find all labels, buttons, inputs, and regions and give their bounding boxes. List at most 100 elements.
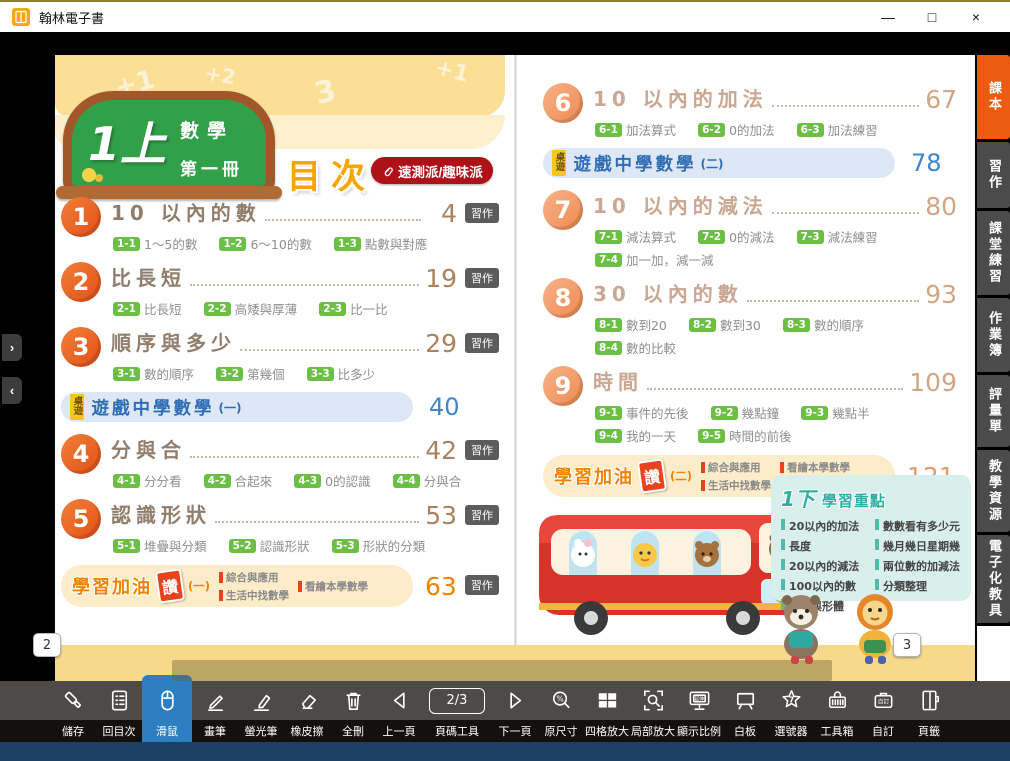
bonus-row: 學習加油 讚 (一) 綜合與應用 生活中找數學 看繪本學數學 63 習作	[61, 565, 499, 607]
chapter-title[interactable]: 10 以內的加法	[593, 83, 768, 112]
workbook-badge[interactable]: 習作	[465, 268, 499, 288]
trash-icon	[340, 681, 367, 720]
chapter-title[interactable]: 認識形狀	[111, 499, 211, 528]
section-code-badge: 4-3	[294, 474, 321, 488]
section-link[interactable]: 2-2高矮與厚薄	[204, 299, 298, 318]
section-link[interactable]: 8-3數的順序	[783, 315, 864, 334]
section-link[interactable]: 1-3點數與對應	[334, 234, 428, 253]
section-link[interactable]: 6-20的加法	[698, 120, 774, 139]
maximize-button[interactable]: □	[910, 3, 954, 31]
study-boost-banner[interactable]: 學習加油 讚 (一) 綜合與應用 生活中找數學 看繪本學數學	[61, 565, 413, 607]
book-spread: +1 +2 3 +1 1上 數學 第一冊 目次	[55, 55, 975, 681]
sidebar-tab-class-practice[interactable]: 課堂練習	[977, 211, 1010, 295]
mouse-tool-button[interactable]: 滑鼠	[142, 675, 192, 742]
whiteboard-button[interactable]: 白板	[722, 681, 768, 742]
section-link[interactable]: 8-2數到30	[689, 315, 761, 334]
sidebar-tab-homework[interactable]: 作業簿	[977, 298, 1010, 372]
chapter-title[interactable]: 順序與多少	[111, 327, 236, 356]
sidebar-tab-teaching-resources[interactable]: 教學資源	[977, 450, 1010, 532]
custom-button[interactable]: 自訂 自訂	[860, 681, 906, 742]
section-link[interactable]: 8-4數的比較	[595, 338, 676, 357]
toolbox-button[interactable]: 工具箱	[814, 681, 860, 742]
horizontal-scrollbar[interactable]	[172, 660, 832, 681]
chapter-title[interactable]: 10 以內的減法	[593, 190, 768, 219]
section-link[interactable]: 3-3比多少	[307, 364, 376, 383]
section-link[interactable]: 2-3比一比	[319, 299, 388, 318]
next-page-button[interactable]: 下一頁	[492, 681, 538, 742]
page-indicator[interactable]: 2/3	[429, 688, 485, 714]
section-link[interactable]: 7-20的減法	[698, 227, 774, 246]
delete-all-button[interactable]: 全刪	[330, 681, 376, 742]
page-tabs-button[interactable]: 頁籤	[906, 681, 952, 742]
section-link[interactable]: 7-1減法算式	[595, 227, 676, 246]
page-corner-tab-right[interactable]: 3	[893, 633, 921, 657]
app-icon	[12, 8, 30, 26]
section-link[interactable]: 6-1加法算式	[595, 120, 676, 139]
sidebar-tab-workbook[interactable]: 習作	[977, 142, 1010, 208]
workbook-badge[interactable]: 習作	[465, 440, 499, 460]
display-scale-button[interactable]: 延伸 顯示比例	[676, 681, 722, 742]
section-link[interactable]: 3-2第幾個	[216, 364, 285, 383]
sidebar-tab-textbook[interactable]: 課本	[977, 55, 1010, 139]
section-link[interactable]: 7-4加一加，減一減	[595, 250, 714, 269]
chapter-title[interactable]: 比長短	[111, 262, 186, 291]
section-link[interactable]: 4-30的認識	[294, 471, 370, 490]
boardgame-banner[interactable]: 桌遊 遊戲中學數學 (二)	[543, 148, 895, 178]
expand-panel-button[interactable]: ›	[2, 334, 22, 361]
link-icon	[381, 164, 394, 177]
section-link[interactable]: 7-3減法練習	[797, 227, 878, 246]
chapter-row-9: 9 時間 109 9-1事件的先後 9-2幾點鐘	[543, 366, 957, 445]
section-link[interactable]: 1-11～5的數	[113, 234, 197, 253]
chapter-title[interactable]: 10 以內的數	[111, 197, 261, 226]
sidebar-tab-digital-tools[interactable]: 電子化教具	[977, 535, 1010, 623]
minimize-button[interactable]: —	[866, 3, 910, 31]
toc-icon	[106, 681, 133, 720]
back-to-toc-button[interactable]: 回目次	[96, 681, 142, 742]
number-picker-button[interactable]: 7 選號器	[768, 681, 814, 742]
eraser-tool-button[interactable]: 橡皮擦	[284, 681, 330, 742]
workbook-badge[interactable]: 習作	[465, 575, 499, 595]
sidebar-tab-assessment[interactable]: 評量單	[977, 375, 1010, 447]
section-link[interactable]: 5-1堆疊與分類	[113, 536, 207, 555]
section-link[interactable]: 6-3加法練習	[797, 120, 878, 139]
chapter-number: 6	[543, 83, 583, 123]
page-number-tool[interactable]: 2/3 頁碼工具	[422, 681, 492, 742]
teal-bullet	[781, 519, 785, 530]
section-link[interactable]: 4-4分與合	[393, 471, 462, 490]
pen-tool-button[interactable]: 畫筆	[192, 681, 238, 742]
section-link[interactable]: 3-1數的順序	[113, 364, 194, 383]
boardgame-banner[interactable]: 桌遊 遊戲中學數學 (一)	[61, 392, 413, 422]
area-zoom-button[interactable]: 局部放大	[630, 681, 676, 742]
section-link[interactable]: 4-1分分看	[113, 471, 182, 490]
section-link[interactable]: 9-3幾點半	[801, 403, 870, 422]
chapter-title[interactable]: 30 以內的數	[593, 278, 743, 307]
section-link[interactable]: 2-1比長短	[113, 299, 182, 318]
boardgame-volume: (一)	[219, 399, 242, 416]
section-link[interactable]: 5-2認識形狀	[229, 536, 310, 555]
section-link[interactable]: 9-4我的一天	[595, 426, 676, 445]
original-size-button[interactable]: % 原尺寸	[538, 681, 584, 742]
section-link[interactable]: 8-1數到20	[595, 315, 667, 334]
workbook-badge[interactable]: 習作	[465, 203, 499, 223]
collapse-panel-button[interactable]: ‹	[2, 377, 22, 404]
page-corner-tab-left[interactable]: 2	[33, 633, 61, 657]
quick-test-link-button[interactable]: 速測派/趣味派	[371, 157, 493, 184]
save-button[interactable]: 儲存	[50, 681, 96, 742]
boardgame-page-number: 78	[911, 151, 942, 175]
section-link[interactable]: 5-3形狀的分類	[332, 536, 426, 555]
section-link[interactable]: 9-1事件的先後	[595, 403, 689, 422]
section-code-badge: 1-3	[334, 237, 361, 251]
quad-zoom-button[interactable]: 四格放大	[584, 681, 630, 742]
section-label: 加法練習	[828, 120, 878, 139]
section-link[interactable]: 9-2幾點鐘	[711, 403, 780, 422]
chapter-title[interactable]: 分與合	[111, 434, 186, 463]
workbook-badge[interactable]: 習作	[465, 333, 499, 353]
highlighter-tool-button[interactable]: 螢光筆	[238, 681, 284, 742]
section-link[interactable]: 1-26～10的數	[219, 234, 311, 253]
section-link[interactable]: 4-2合起來	[204, 471, 273, 490]
section-link[interactable]: 9-5時間的前後	[698, 426, 792, 445]
workbook-badge[interactable]: 習作	[465, 505, 499, 525]
close-button[interactable]: ×	[954, 3, 998, 31]
chapter-title[interactable]: 時間	[593, 366, 643, 395]
previous-page-button[interactable]: 上一頁	[376, 681, 422, 742]
